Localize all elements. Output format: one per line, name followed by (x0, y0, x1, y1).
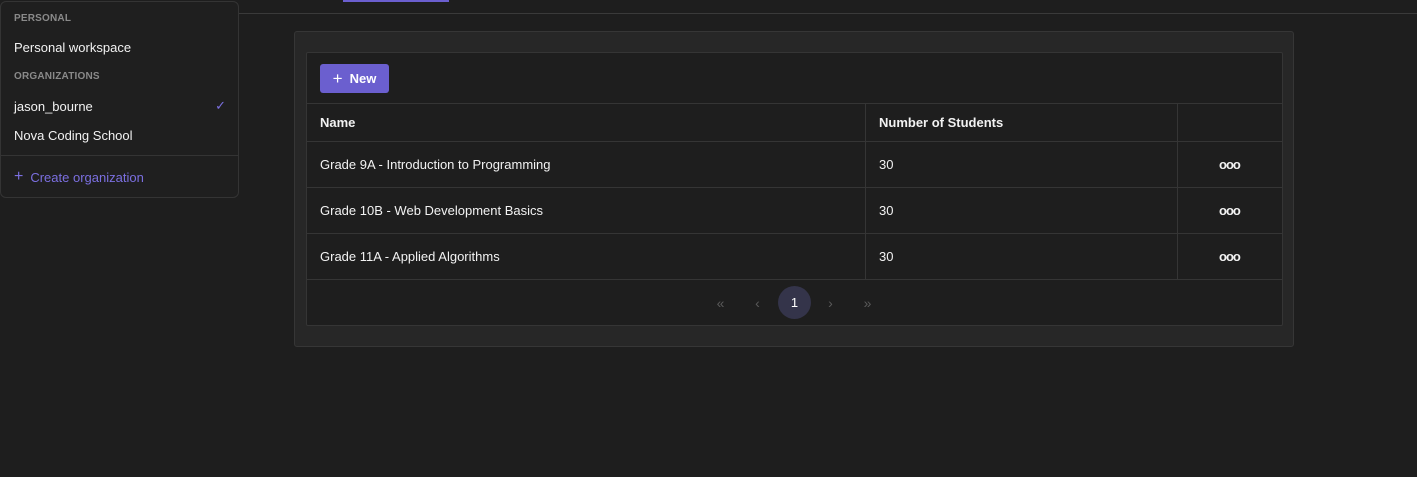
create-organization-label: Create organization (30, 169, 144, 185)
class-name-cell: Grade 11A - Applied Algorithms (320, 249, 500, 264)
dropdown-divider (1, 155, 238, 156)
table-row[interactable]: Grade 11A - Applied Algorithms 30 ooo (307, 233, 1282, 279)
new-button-label: New (349, 71, 377, 86)
classes-table: + New Name Number of Students Grade 9A -… (306, 52, 1283, 326)
row-actions-menu-icon[interactable]: ooo (1219, 157, 1241, 172)
column-divider (1177, 142, 1178, 187)
column-divider (865, 188, 866, 233)
column-divider (1177, 234, 1178, 279)
previous-page-icon[interactable]: ‹ (741, 286, 774, 319)
column-divider (865, 104, 866, 141)
header-divider (238, 13, 1417, 14)
table-row[interactable]: Grade 10B - Web Development Basics 30 oo… (307, 187, 1282, 233)
column-header-name[interactable]: Name (320, 115, 355, 130)
org-item-label: Nova Coding School (14, 127, 133, 143)
row-actions-menu-icon[interactable]: ooo (1219, 249, 1241, 264)
org-item-label: jason_bourne (14, 98, 93, 114)
personal-workspace-item[interactable]: Personal workspace (14, 36, 226, 58)
column-divider (865, 234, 866, 279)
workspace-dropdown: PERSONAL Personal workspace ORGANIZATION… (0, 1, 239, 198)
active-tab-indicator (343, 0, 449, 2)
column-header-students[interactable]: Number of Students (879, 115, 1003, 130)
org-item-jason-bourne[interactable]: jason_bourne ✓ (14, 95, 226, 117)
check-icon: ✓ (215, 98, 226, 113)
plus-icon: + (14, 168, 24, 185)
classes-panel: + New Name Number of Students Grade 9A -… (294, 31, 1294, 347)
personal-workspace-label: Personal workspace (14, 39, 132, 55)
org-item-nova-coding-school[interactable]: Nova Coding School (14, 124, 226, 146)
table-header-row: Name Number of Students (307, 103, 1282, 141)
new-button[interactable]: + New (320, 64, 389, 93)
create-organization-button[interactable]: + Create organization (14, 167, 144, 187)
pagination: « ‹ 1 › » (307, 279, 1282, 325)
column-divider (1177, 104, 1178, 141)
class-name-cell: Grade 10B - Web Development Basics (320, 203, 544, 218)
column-divider (865, 142, 866, 187)
class-name-cell: Grade 9A - Introduction to Programming (320, 157, 551, 172)
first-page-icon[interactable]: « (704, 286, 737, 319)
students-count-cell: 30 (879, 203, 894, 218)
personal-section-label: PERSONAL (14, 13, 72, 24)
organizations-section-label: ORGANIZATIONS (14, 71, 100, 82)
plus-icon: + (332, 69, 343, 88)
column-divider (1177, 188, 1178, 233)
last-page-icon[interactable]: » (851, 286, 884, 319)
students-count-cell: 30 (879, 249, 894, 264)
row-actions-menu-icon[interactable]: ooo (1219, 203, 1241, 218)
students-count-cell: 30 (879, 157, 894, 172)
page-button-current[interactable]: 1 (778, 286, 811, 319)
table-row[interactable]: Grade 9A - Introduction to Programming 3… (307, 141, 1282, 187)
next-page-icon[interactable]: › (814, 286, 847, 319)
